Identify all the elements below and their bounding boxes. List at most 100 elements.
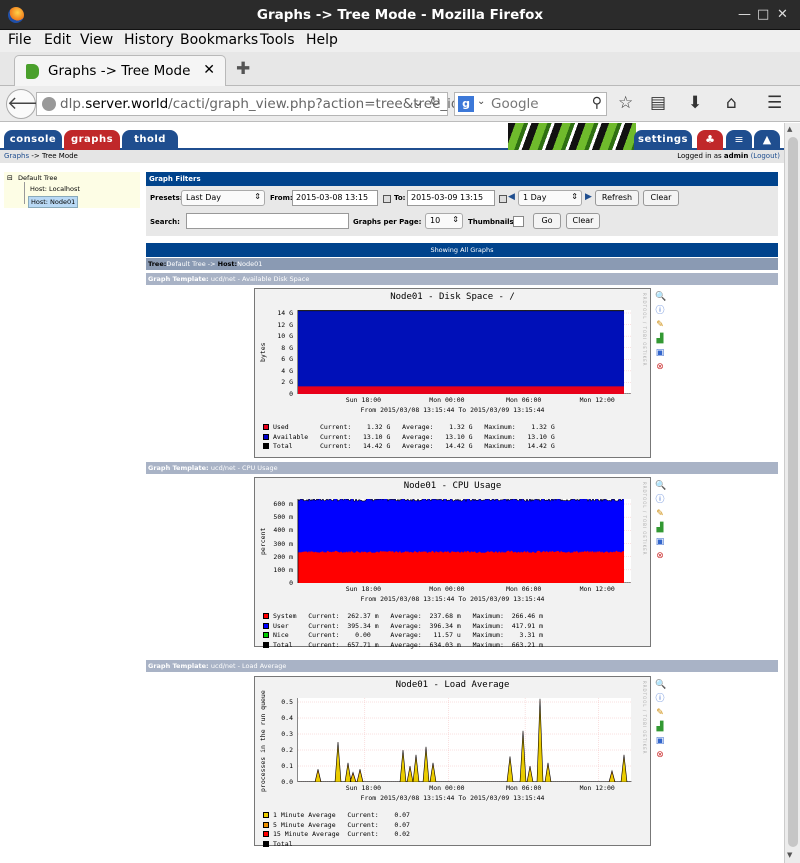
presets-select[interactable]: Last Day ⇕ <box>181 190 265 206</box>
from-calendar-icon[interactable] <box>383 195 391 203</box>
browser-tab[interactable]: Graphs -> Tree Mode ✕ <box>14 55 226 86</box>
go-button[interactable]: Go <box>533 213 561 229</box>
menu-edit[interactable]: Edit <box>44 32 71 48</box>
clear-button[interactable]: Clear <box>643 190 679 206</box>
delete-graph-icon[interactable]: ⊗ <box>655 750 665 760</box>
graph-image[interactable]: Node01 - CPU Usage RRDTOOL / TOBI OETIKER… <box>254 477 651 649</box>
y-tick-label: 12 G <box>277 320 293 329</box>
x-tick-label: Mon 06:00 <box>506 784 542 792</box>
shift-right-icon[interactable]: ▶ <box>585 192 592 202</box>
graph-info-icon[interactable]: ⓘ <box>655 495 665 505</box>
x-tick-label: Mon 00:00 <box>429 784 465 792</box>
breadcrumb-graphs-link[interactable]: Graphs <box>4 152 29 160</box>
nav-bar: 🡐 dlp.server.world/cacti/graph_view.php?… <box>0 86 800 122</box>
csv-export-icon[interactable]: ▟ <box>655 523 665 533</box>
google-icon[interactable]: g <box>458 96 474 112</box>
tab-thold[interactable]: thold <box>122 130 178 150</box>
rrdtool-watermark: RRDTOOL / TOBI OETIKER <box>642 482 647 556</box>
tab-console[interactable]: console <box>4 130 62 150</box>
close-tab-icon[interactable]: ✕ <box>203 62 215 78</box>
menu-file[interactable]: File <box>8 32 31 48</box>
search-bar[interactable]: g ⌄ Google ⚲ <box>454 92 607 116</box>
reload-icon[interactable]: ↻ <box>429 94 441 110</box>
thumbnails-checkbox[interactable] <box>513 216 524 227</box>
menu-bookmarks[interactable]: Bookmarks <box>180 32 258 48</box>
graph-date-range: From 2015/03/08 13:15:44 To 2015/03/09 1… <box>360 595 545 603</box>
hamburger-menu-icon[interactable]: ☰ <box>767 93 782 113</box>
select-arrow-icon: ⇕ <box>254 192 261 201</box>
csv-export-icon[interactable]: ▟ <box>655 334 665 344</box>
to-date-input[interactable]: 2015-03-09 13:15 <box>407 190 495 206</box>
menu-help[interactable]: Help <box>306 32 338 48</box>
edit-graph-icon[interactable]: ✎ <box>655 320 665 330</box>
cacti-header: console graphs thold settings ♣ ≡ ▲ <box>0 123 784 150</box>
bookmark-star-icon[interactable]: ☆ <box>618 93 633 113</box>
menu-view[interactable]: View <box>80 32 113 48</box>
csv-export-icon[interactable]: ▟ <box>655 722 665 732</box>
scrollbar-thumb[interactable] <box>788 137 798 847</box>
list-view-icon[interactable]: ≡ <box>726 130 752 150</box>
legend-swatch <box>263 613 269 619</box>
tree-view-icon[interactable]: ♣ <box>697 130 723 150</box>
zoom-graph-icon[interactable]: 🔍 <box>655 680 666 690</box>
rrdtool-watermark: RRDTOOL / TOBI OETIKER <box>642 681 647 755</box>
search-engine-dropdown-icon[interactable]: ⌄ <box>477 96 485 107</box>
tree-root[interactable]: Default Tree <box>18 174 57 182</box>
scroll-up-icon[interactable]: ▲ <box>787 125 792 133</box>
minimize-icon[interactable]: — <box>738 7 751 22</box>
legend-row: User Current: 395.34 m Average: 396.34 m… <box>263 622 543 630</box>
shift-left-icon[interactable]: ◀ <box>508 192 515 202</box>
y-axis-label: bytes <box>259 342 267 362</box>
to-calendar-icon[interactable] <box>499 195 507 203</box>
home-icon[interactable]: ⌂ <box>726 93 737 113</box>
zoom-graph-icon[interactable]: 🔍 <box>655 292 666 302</box>
graph-properties-icon[interactable]: ▣ <box>655 348 665 358</box>
legend-row: 1 Minute Average Current: 0.07 <box>263 811 410 819</box>
tab-graphs[interactable]: graphs <box>64 130 120 150</box>
zoom-graph-icon[interactable]: 🔍 <box>655 481 666 491</box>
scroll-down-icon[interactable]: ▼ <box>787 851 792 859</box>
menu-bar: File Edit View History Bookmarks Tools H… <box>0 30 800 52</box>
graph-search-input[interactable] <box>186 213 349 229</box>
menu-history[interactable]: History <box>124 32 174 48</box>
x-tick-label: Mon 00:00 <box>429 396 465 404</box>
url-dropdown-icon[interactable]: ⌄ <box>413 95 423 109</box>
new-tab-icon[interactable]: ✚ <box>236 59 250 79</box>
graph-plot-area <box>297 310 632 395</box>
graph-image[interactable]: Node01 - Load Average RRDTOOL / TOBI OETI… <box>254 676 651 848</box>
clear-search-button[interactable]: Clear <box>566 213 600 229</box>
tab-settings[interactable]: settings <box>634 130 692 150</box>
delete-graph-icon[interactable]: ⊗ <box>655 551 665 561</box>
preview-view-icon[interactable]: ▲ <box>754 130 780 150</box>
graph-properties-icon[interactable]: ▣ <box>655 537 665 547</box>
url-bar[interactable]: dlp.server.world/cacti/graph_view.php?ac… <box>36 92 471 116</box>
maximize-icon[interactable]: □ <box>757 7 769 22</box>
graph-properties-icon[interactable]: ▣ <box>655 736 665 746</box>
from-date-input[interactable]: 2015-03-08 13:15 <box>292 190 378 206</box>
x-tick-label: Sun 18:00 <box>345 585 382 593</box>
binoculars-icon[interactable]: ⚲ <box>592 95 602 111</box>
vertical-scrollbar[interactable]: ▲ ▼ <box>784 123 800 863</box>
tree-item-localhost[interactable]: Host: Localhost <box>30 185 80 193</box>
close-window-icon[interactable]: ✕ <box>777 7 788 22</box>
delete-graph-icon[interactable]: ⊗ <box>655 362 665 372</box>
back-button[interactable]: 🡐 <box>6 89 55 119</box>
tree-item-node01[interactable]: Host: Node01 <box>28 196 79 208</box>
graph-info-icon[interactable]: ⓘ <box>655 694 665 704</box>
graph-plot-svg <box>297 496 632 584</box>
legend-swatch <box>263 641 269 648</box>
legend-row: 5 Minute Average Current: 0.07 <box>263 821 410 829</box>
edit-graph-icon[interactable]: ✎ <box>655 708 665 718</box>
timespan-select[interactable]: 1 Day ⇕ <box>518 190 582 206</box>
reading-list-icon[interactable]: ▤ <box>650 93 666 113</box>
graph-image[interactable]: Node01 - Disk Space - / RRDTOOL / TOBI OE… <box>254 288 651 458</box>
logout-link[interactable]: (Logout) <box>751 152 780 160</box>
graph-filters-panel: Presets: Last Day ⇕ From: 2015-03-08 13:1… <box>146 186 778 236</box>
graph-info-icon[interactable]: ⓘ <box>655 306 665 316</box>
edit-graph-icon[interactable]: ✎ <box>655 509 665 519</box>
menu-tools[interactable]: Tools <box>260 32 295 48</box>
tree-expand-icon[interactable]: ⊟ <box>7 174 13 182</box>
download-icon[interactable]: ⬇ <box>688 93 702 113</box>
refresh-button[interactable]: Refresh <box>595 190 639 206</box>
graphs-per-page-select[interactable]: 10 ⇕ <box>425 213 463 229</box>
